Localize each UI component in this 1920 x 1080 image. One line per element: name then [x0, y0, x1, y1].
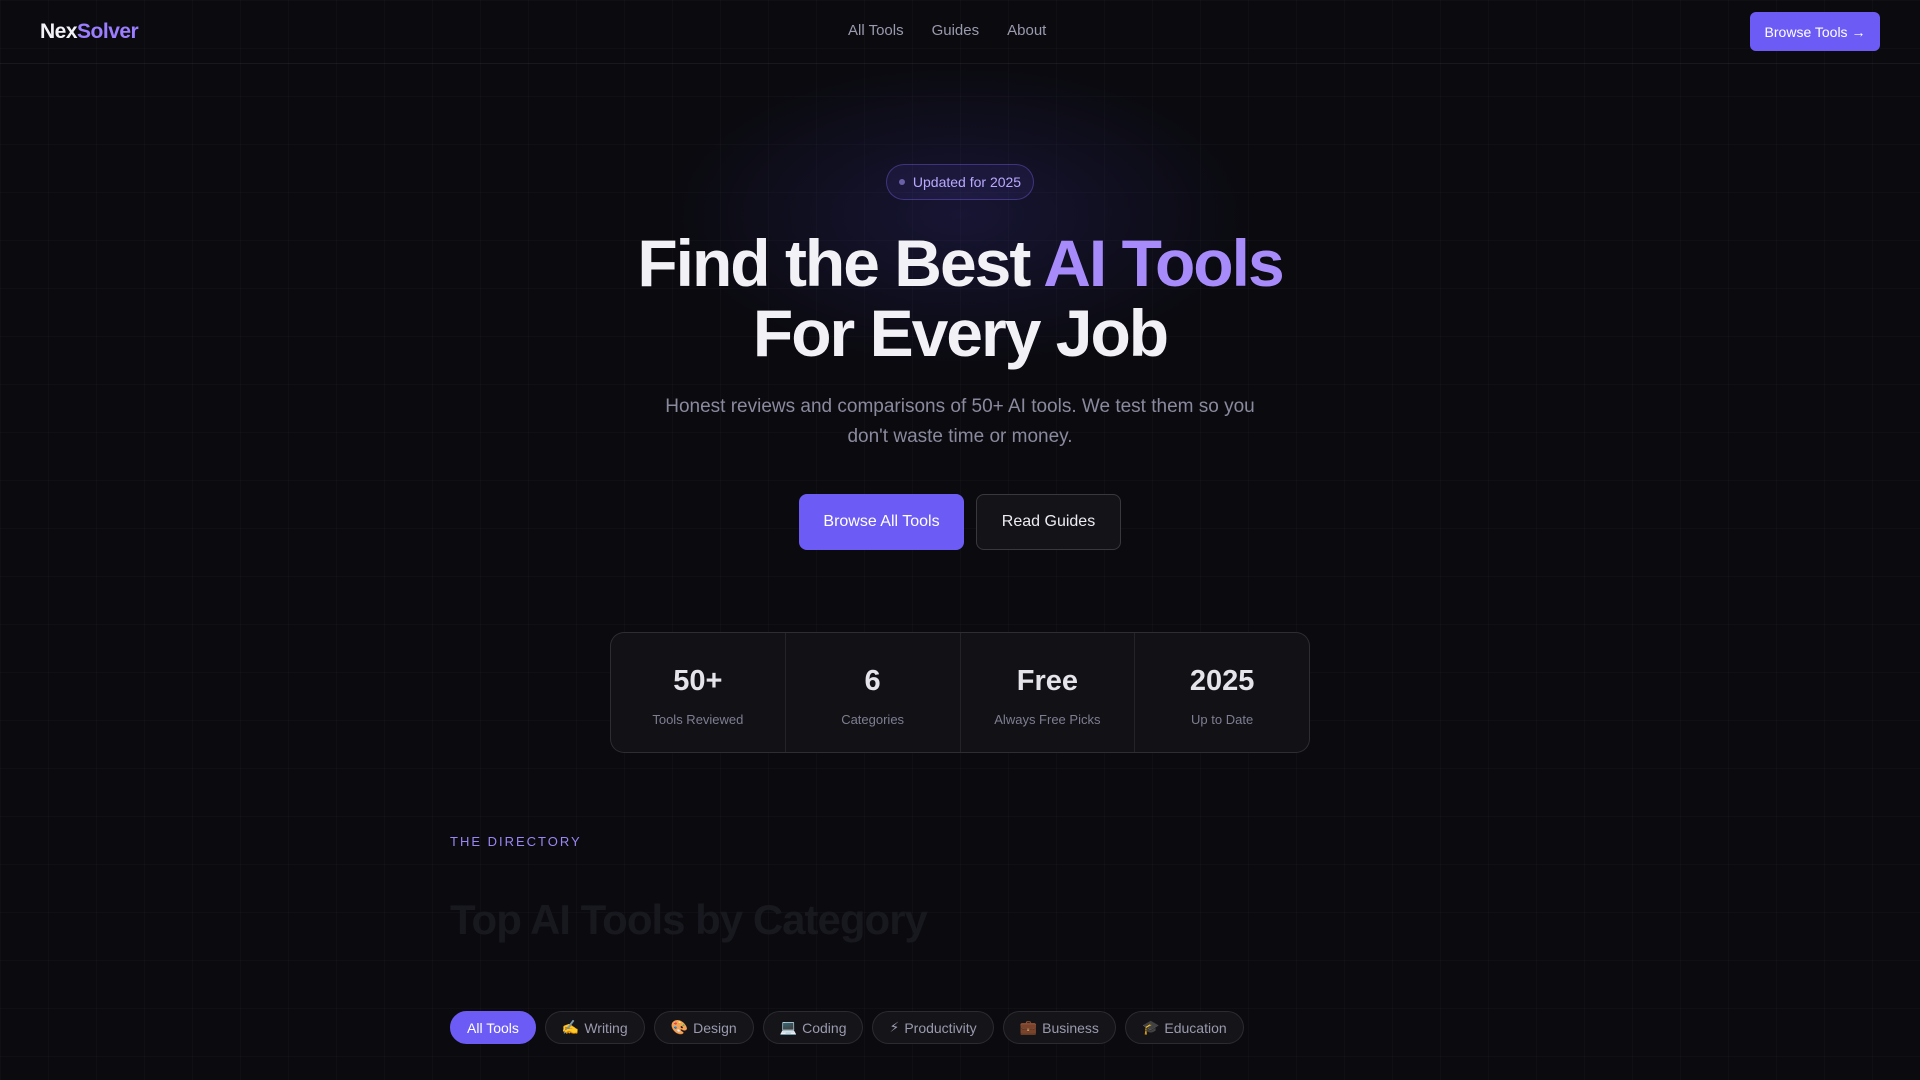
stat-tools-reviewed: 50+ Tools Reviewed — [611, 633, 786, 752]
graduation-cap-icon: 🎓 — [1141, 1019, 1160, 1035]
category-filter-bar: All Tools ✍️ Writing 🎨 Design 💻 Coding ⚡… — [450, 1011, 1244, 1044]
filter-label: Writing — [584, 1019, 628, 1036]
filter-productivity[interactable]: ⚡ Productivity — [872, 1011, 994, 1044]
badge-dot-icon — [898, 179, 905, 185]
directory-title: Top AI Tools by Category — [450, 896, 928, 943]
filter-label: Coding — [802, 1019, 847, 1036]
hero-subtitle: Honest reviews and comparisons of 50+ AI… — [665, 396, 1255, 447]
lightning-icon: ⚡ — [889, 1019, 900, 1035]
filter-writing[interactable]: ✍️ Writing — [544, 1011, 645, 1044]
directory-eyebrow: THE DIRECTORY — [450, 834, 582, 849]
headline-part-1: Find the Best — [637, 226, 1044, 300]
read-guides-button[interactable]: Read Guides — [976, 494, 1121, 550]
filter-coding[interactable]: 💻 Coding — [762, 1011, 864, 1044]
stat-up-to-date: 2025 Up to Date — [1135, 633, 1309, 752]
hero-headline: Find the Best AI Tools For Every Job — [460, 228, 1460, 368]
filter-label: Productivity — [904, 1019, 977, 1036]
updated-badge: Updated for 2025 — [886, 164, 1034, 200]
browse-all-tools-button[interactable]: Browse All Tools — [799, 494, 964, 550]
stat-value: 2025 — [1189, 665, 1255, 697]
filter-label: Design — [693, 1019, 737, 1036]
headline-accent: AI Tools — [1043, 226, 1284, 300]
nav-link-guides[interactable]: Guides — [932, 22, 980, 39]
stat-label: Tools Reviewed — [652, 712, 744, 727]
stat-free-picks: Free Always Free Picks — [961, 633, 1136, 752]
nav-link-all-tools[interactable]: All Tools — [848, 22, 904, 39]
filter-all-tools[interactable]: All Tools — [450, 1011, 536, 1044]
laptop-icon: 💻 — [779, 1019, 798, 1035]
briefcase-icon: 💼 — [1019, 1019, 1038, 1035]
filter-label: All Tools — [467, 1019, 519, 1036]
logo-part-solver: Solver — [77, 20, 139, 43]
writing-hand-icon: ✍️ — [561, 1019, 580, 1035]
nav-link-about[interactable]: About — [1007, 22, 1046, 39]
filter-business[interactable]: 💼 Business — [1002, 1011, 1116, 1044]
stat-categories: 6 Categories — [786, 633, 961, 752]
headline-part-2: For Every Job — [752, 296, 1169, 370]
stat-value: 50+ — [673, 665, 723, 697]
stat-label: Always Free Picks — [994, 712, 1101, 727]
filter-design[interactable]: 🎨 Design — [653, 1011, 754, 1044]
filter-education[interactable]: 🎓 Education — [1124, 1011, 1244, 1044]
top-navbar: NexSolver All Tools Guides About Browse … — [0, 0, 1920, 64]
logo[interactable]: NexSolver — [40, 20, 139, 44]
filter-label: Business — [1042, 1019, 1099, 1036]
palette-icon: 🎨 — [670, 1019, 689, 1035]
stats-panel: 50+ Tools Reviewed 6 Categories Free Alw… — [610, 632, 1310, 753]
stat-label: Up to Date — [1191, 712, 1254, 727]
filter-label: Education — [1164, 1019, 1227, 1036]
stat-label: Categories — [841, 712, 905, 727]
stat-value: 6 — [864, 665, 881, 697]
nav-links: All Tools Guides About — [848, 22, 1046, 39]
logo-part-nex: Nex — [40, 20, 78, 43]
browse-tools-button[interactable]: Browse Tools → — [1750, 12, 1880, 51]
stat-value: Free — [1016, 665, 1078, 697]
badge-label: Updated for 2025 — [912, 174, 1022, 190]
